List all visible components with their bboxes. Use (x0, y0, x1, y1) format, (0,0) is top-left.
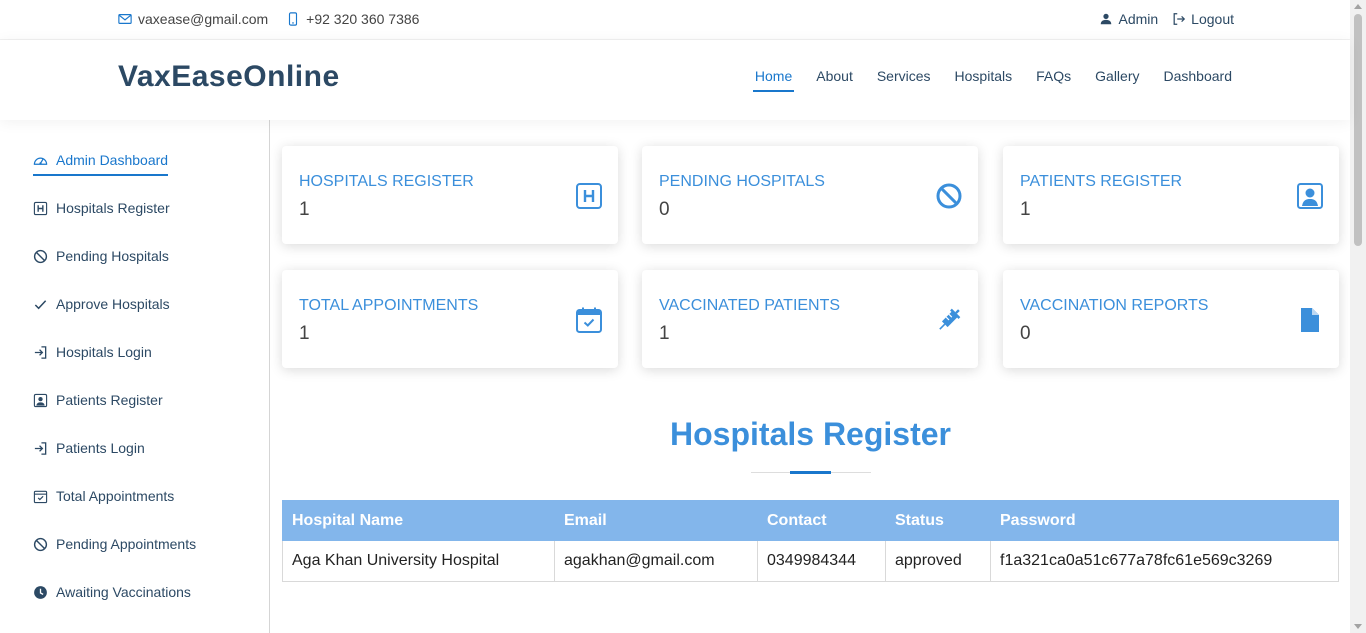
envelope-icon (118, 14, 132, 24)
logout-icon (1173, 13, 1186, 25)
email-text: vaxease@gmail.com (138, 11, 269, 27)
main-header: VaxEaseOnline Home About Services Hospit… (0, 40, 1350, 120)
col-password: Password (990, 500, 1339, 541)
sidebar-item-patients-register[interactable]: Patients Register (33, 392, 163, 408)
phone-text: +92 320 360 7386 (306, 11, 420, 27)
card-value: 1 (1020, 199, 1031, 220)
nav-about[interactable]: About (816, 68, 853, 92)
card-vaccinated-patients[interactable]: Vaccinated Patients 1 (642, 270, 978, 368)
card-label: Vaccination Reports (1020, 297, 1209, 314)
login-icon (34, 441, 47, 455)
card-patients-register[interactable]: Patients Register 1 (1003, 146, 1339, 244)
ban-icon (33, 249, 48, 263)
top-bar: vaxease@gmail.com +92 320 360 7386 Admin… (0, 0, 1350, 40)
card-value: 1 (299, 323, 310, 344)
contact-info: vaxease@gmail.com +92 320 360 7386 (118, 11, 419, 27)
sidebar-item-label: Pending Hospitals (56, 248, 169, 264)
site-logo[interactable]: VaxEaseOnline (118, 60, 340, 94)
admin-label: Admin (1118, 11, 1159, 27)
card-vaccination-reports[interactable]: Vaccination Reports 0 (1003, 270, 1339, 368)
email-contact[interactable]: vaxease@gmail.com (118, 11, 268, 27)
cell-email: agakhan@gmail.com (554, 540, 758, 582)
cell-password: f1a321ca0a51c677a78fc61e569c3269 (990, 540, 1339, 582)
scroll-down-arrow[interactable] (1354, 624, 1362, 629)
page-scrollbar[interactable] (1350, 0, 1366, 633)
card-pending-hospitals[interactable]: Pending Hospitals 0 (642, 146, 978, 244)
title-divider-accent (790, 471, 831, 474)
person-badge-icon (33, 393, 48, 407)
sidebar-item-label: Total Appointments (56, 488, 175, 504)
cell-contact: 0349984344 (757, 540, 886, 582)
sidebar-item-label: Approve Hospitals (56, 296, 170, 312)
speedometer-icon (33, 157, 48, 165)
hospital-h-icon (576, 183, 602, 209)
hospital-h-icon (33, 201, 48, 215)
check-icon (34, 299, 47, 309)
sidebar-item-pending-appointments[interactable]: Pending Appointments (33, 536, 196, 552)
scroll-up-arrow[interactable] (1354, 4, 1362, 9)
table-row: Aga Khan University Hospital agakhan@gma… (282, 540, 1339, 582)
sidebar-item-hospitals-register[interactable]: Hospitals Register (33, 200, 170, 216)
nav-home[interactable]: Home (752, 68, 795, 92)
logout-label: Logout (1191, 11, 1234, 27)
nav-hospitals[interactable]: Hospitals (955, 68, 1013, 92)
sidebar-item-label: Admin Dashboard (56, 152, 169, 168)
scroll-thumb[interactable] (1354, 14, 1362, 246)
syringe-icon (939, 308, 961, 330)
sidebar-item-approve-hospitals[interactable]: Approve Hospitals (33, 296, 170, 312)
col-email: Email (554, 500, 758, 541)
hospitals-table: Hospital Name Email Contact Status Passw… (282, 500, 1339, 582)
calendar-check-icon (576, 307, 602, 333)
phone-contact[interactable]: +92 320 360 7386 (286, 11, 419, 27)
person-icon (1101, 13, 1112, 25)
cell-hospital-name: Aga Khan University Hospital (282, 540, 555, 582)
nav-dashboard[interactable]: Dashboard (1164, 68, 1233, 92)
login-icon (34, 345, 47, 359)
sidebar-item-awaiting-vaccinations[interactable]: Awaiting Vaccinations (33, 584, 191, 600)
sidebar-item-pending-hospitals[interactable]: Pending Hospitals (33, 248, 169, 264)
section-title: Hospitals Register (670, 416, 951, 452)
card-hospitals-register[interactable]: Hospitals Register 1 (282, 146, 618, 244)
card-value: 0 (659, 199, 670, 220)
sidebar-item-hospitals-login[interactable]: Hospitals Login (33, 344, 152, 360)
nav-faqs[interactable]: FAQs (1036, 68, 1071, 92)
sidebar: Admin Dashboard Hospitals Register Pendi… (0, 120, 270, 633)
account-links: Admin Logout (1099, 11, 1234, 27)
sidebar-item-label: Hospitals Register (56, 200, 170, 216)
nav-services[interactable]: Services (877, 68, 931, 92)
card-value: 0 (1020, 323, 1031, 344)
sidebar-item-label: Awaiting Vaccinations (56, 584, 191, 600)
card-label: Pending Hospitals (659, 173, 825, 190)
phone-icon (289, 12, 298, 26)
col-hospital-name: Hospital Name (282, 500, 555, 541)
card-value: 1 (299, 199, 310, 220)
sidebar-item-label: Patients Register (56, 392, 163, 408)
card-label: Hospitals Register (299, 173, 474, 190)
card-label: Total Appointments (299, 297, 479, 314)
logout-link[interactable]: Logout (1172, 11, 1234, 27)
card-total-appointments[interactable]: Total Appointments 1 (282, 270, 618, 368)
file-icon (1301, 308, 1319, 332)
clock-icon (34, 585, 47, 599)
cell-status: approved (885, 540, 991, 582)
ban-icon (936, 183, 962, 209)
card-label: Vaccinated Patients (659, 297, 841, 314)
main-nav: Home About Services Hospitals FAQs Galle… (752, 68, 1233, 92)
sidebar-item-label: Patients Login (56, 440, 145, 456)
sidebar-item-label: Pending Appointments (56, 536, 197, 552)
calendar-check-icon (33, 490, 48, 503)
card-value: 1 (659, 323, 670, 344)
table-header-row: Hospital Name Email Contact Status Passw… (282, 500, 1339, 541)
col-status: Status (885, 500, 991, 541)
col-contact: Contact (757, 500, 886, 541)
sidebar-item-label: Hospitals Login (56, 344, 152, 360)
sidebar-item-total-appointments[interactable]: Total Appointments (33, 488, 174, 504)
ban-icon (33, 537, 48, 551)
card-label: Patients Register (1020, 173, 1183, 190)
person-badge-icon (1297, 183, 1323, 209)
sidebar-item-admin-dashboard[interactable]: Admin Dashboard (33, 152, 169, 176)
admin-link[interactable]: Admin (1099, 11, 1158, 27)
nav-gallery[interactable]: Gallery (1095, 68, 1139, 92)
sidebar-item-patients-login[interactable]: Patients Login (33, 440, 145, 456)
